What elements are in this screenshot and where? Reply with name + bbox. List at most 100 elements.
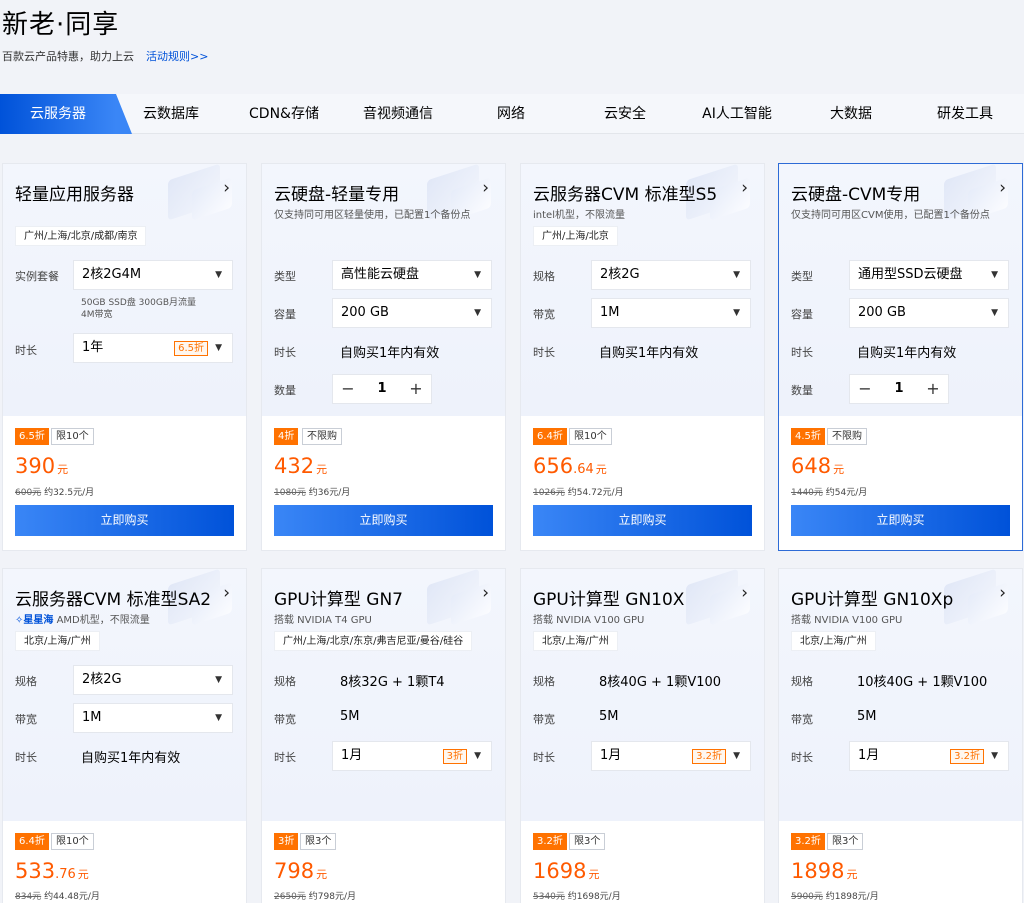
quantity-value[interactable]: 1: [880, 375, 918, 403]
plus-icon[interactable]: +: [918, 375, 948, 403]
duration-value: 自购买1年内有效: [857, 346, 957, 361]
card-description: 仅支持同可用区轻量使用，已配置1个备份点: [274, 210, 471, 221]
select-value: 200 GB: [858, 305, 906, 320]
discount-badge: 3折: [274, 833, 299, 850]
select-value: 2核2G4M: [82, 267, 142, 282]
duration-select[interactable]: 1年 6.5折 ▼: [73, 333, 233, 363]
field-label: 规格: [533, 675, 555, 688]
product-card-disk-lighthouse: 云硬盘-轻量专用 › 仅支持同可用区轻量使用，已配置1个备份点 类型 高性能云硬…: [261, 163, 506, 551]
card-description: 搭载 NVIDIA V100 GPU: [533, 615, 645, 626]
starlake-logo: ✧星星海: [15, 615, 54, 626]
region-tag: 广州/上海/北京/东京/弗吉尼亚/曼谷/硅谷: [274, 631, 473, 651]
field-label: 数量: [791, 384, 813, 397]
monthly-price: 约44.48元/月: [44, 892, 100, 902]
card-title: GPU计算型 GN7: [274, 590, 403, 610]
select-value: 2核2G: [600, 267, 640, 282]
price: 798 元: [274, 859, 327, 883]
chevron-right-icon[interactable]: ›: [741, 583, 748, 603]
purchase-limit: 限3个: [300, 833, 337, 850]
chevron-right-icon[interactable]: ›: [482, 178, 489, 198]
bandwidth-select[interactable]: 1M ▼: [73, 703, 233, 733]
bandwidth-value: 5M: [857, 709, 877, 724]
spec-select[interactable]: 2核2G ▼: [73, 665, 233, 695]
price: 656.64 元: [533, 454, 607, 478]
caret-down-icon: ▼: [215, 675, 222, 685]
monthly-price: 约36元/月: [308, 488, 351, 498]
price-value: 533: [15, 859, 56, 883]
discount-tag: 3.2折: [950, 749, 984, 764]
duration-select[interactable]: 1月 3.2折 ▼: [849, 741, 1009, 771]
purchase-limit: 限3个: [827, 833, 864, 850]
card-description: 搭载 NVIDIA V100 GPU: [791, 615, 903, 626]
price: 1698 元: [533, 859, 599, 883]
bandwidth-value: 5M: [599, 709, 619, 724]
quantity-value[interactable]: 1: [363, 375, 401, 403]
tab-network[interactable]: 网络: [454, 94, 568, 134]
chevron-right-icon[interactable]: ›: [999, 583, 1006, 603]
chevron-right-icon[interactable]: ›: [999, 178, 1006, 198]
product-card-lighthouse: 轻量应用服务器 › 广州/上海/北京/成都/南京 实例套餐 2核2G4M ▼ 50…: [2, 163, 247, 551]
product-card-cvm-sa2: 云服务器CVM 标准型SA2 › ✧星星海 AMD机型，不限流量 北京/上海/广…: [2, 568, 247, 903]
caret-down-icon: ▼: [733, 751, 740, 761]
card-title: 轻量应用服务器: [15, 185, 134, 205]
minus-icon[interactable]: −: [333, 375, 363, 403]
chevron-right-icon[interactable]: ›: [482, 583, 489, 603]
capacity-select[interactable]: 200 GB ▼: [849, 298, 1009, 328]
tab-big-data[interactable]: 大数据: [792, 94, 910, 134]
discount-tag: 3折: [442, 749, 467, 764]
disk-type-select[interactable]: 高性能云硬盘 ▼: [332, 260, 492, 290]
price-value: 798: [274, 859, 315, 883]
tab-dev-tools[interactable]: 研发工具: [910, 94, 1020, 134]
discount-badge: 4折: [274, 428, 299, 445]
caret-down-icon: ▼: [215, 713, 222, 723]
price: 432 元: [274, 454, 327, 478]
price-decimal: .64: [573, 462, 594, 477]
duration-select[interactable]: 1月 3.2折 ▼: [591, 741, 751, 771]
chevron-right-icon[interactable]: ›: [223, 178, 230, 198]
buy-now-button[interactable]: 立即购买: [791, 505, 1010, 536]
instance-package-select[interactable]: 2核2G4M ▼: [73, 260, 233, 290]
price-unit: 元: [846, 868, 858, 881]
duration-value: 自购买1年内有效: [340, 346, 440, 361]
caret-down-icon: ▼: [474, 751, 481, 761]
original-price: 1026元 约54.72元/月: [533, 485, 624, 498]
tab-ai[interactable]: AI人工智能: [682, 94, 792, 134]
purchase-limit: 限10个: [51, 833, 94, 850]
tab-cloud-database[interactable]: 云数据库: [116, 94, 226, 134]
minus-icon[interactable]: −: [850, 375, 880, 403]
disk-type-select[interactable]: 通用型SSD云硬盘 ▼: [849, 260, 1009, 290]
card-description: 搭载 NVIDIA T4 GPU: [274, 615, 372, 626]
region-tag: 北京/上海/广州: [15, 631, 100, 651]
select-value: 1月: [341, 748, 363, 763]
spec-value: 10核40G + 1颗V100: [857, 675, 988, 690]
plus-icon[interactable]: +: [401, 375, 431, 403]
card-title: GPU计算型 GN10Xp: [791, 590, 954, 610]
discount-badge: 6.5折: [15, 428, 49, 445]
activity-rules-link[interactable]: 活动规则>>: [146, 50, 208, 63]
spec-select[interactable]: 2核2G ▼: [591, 260, 751, 290]
price-unit: 元: [595, 463, 607, 476]
chevron-right-icon[interactable]: ›: [741, 178, 748, 198]
chevron-right-icon[interactable]: ›: [223, 583, 230, 603]
buy-now-button[interactable]: 立即购买: [533, 505, 752, 536]
duration-select[interactable]: 1月 3折 ▼: [332, 741, 492, 771]
bandwidth-select[interactable]: 1M ▼: [591, 298, 751, 328]
monthly-price: 约1698元/月: [567, 892, 621, 902]
price-unit: 元: [77, 868, 89, 881]
tab-audio-video[interactable]: 音视频通信: [342, 94, 454, 134]
buy-now-button[interactable]: 立即购买: [15, 505, 234, 536]
tab-cloud-server[interactable]: 云服务器: [0, 94, 132, 134]
buy-now-button[interactable]: 立即购买: [274, 505, 493, 536]
tab-cdn-storage[interactable]: CDN&存储: [226, 94, 342, 134]
card-description: 仅支持同可用区CVM使用，已配置1个备份点: [791, 210, 990, 221]
original-price-value: 5900元: [791, 892, 823, 902]
price: 648 元: [791, 454, 844, 478]
caret-down-icon: ▼: [991, 270, 998, 280]
purchase-limit: 不限购: [827, 428, 867, 445]
original-price-value: 1080元: [274, 488, 306, 498]
price-unit: 元: [316, 868, 328, 881]
tab-cloud-security[interactable]: 云安全: [568, 94, 682, 134]
price: 533.76 元: [15, 859, 89, 883]
capacity-select[interactable]: 200 GB ▼: [332, 298, 492, 328]
category-tabs: 云服务器 云数据库 CDN&存储 音视频通信 网络 云安全 AI人工智能 大数据…: [0, 94, 1024, 134]
